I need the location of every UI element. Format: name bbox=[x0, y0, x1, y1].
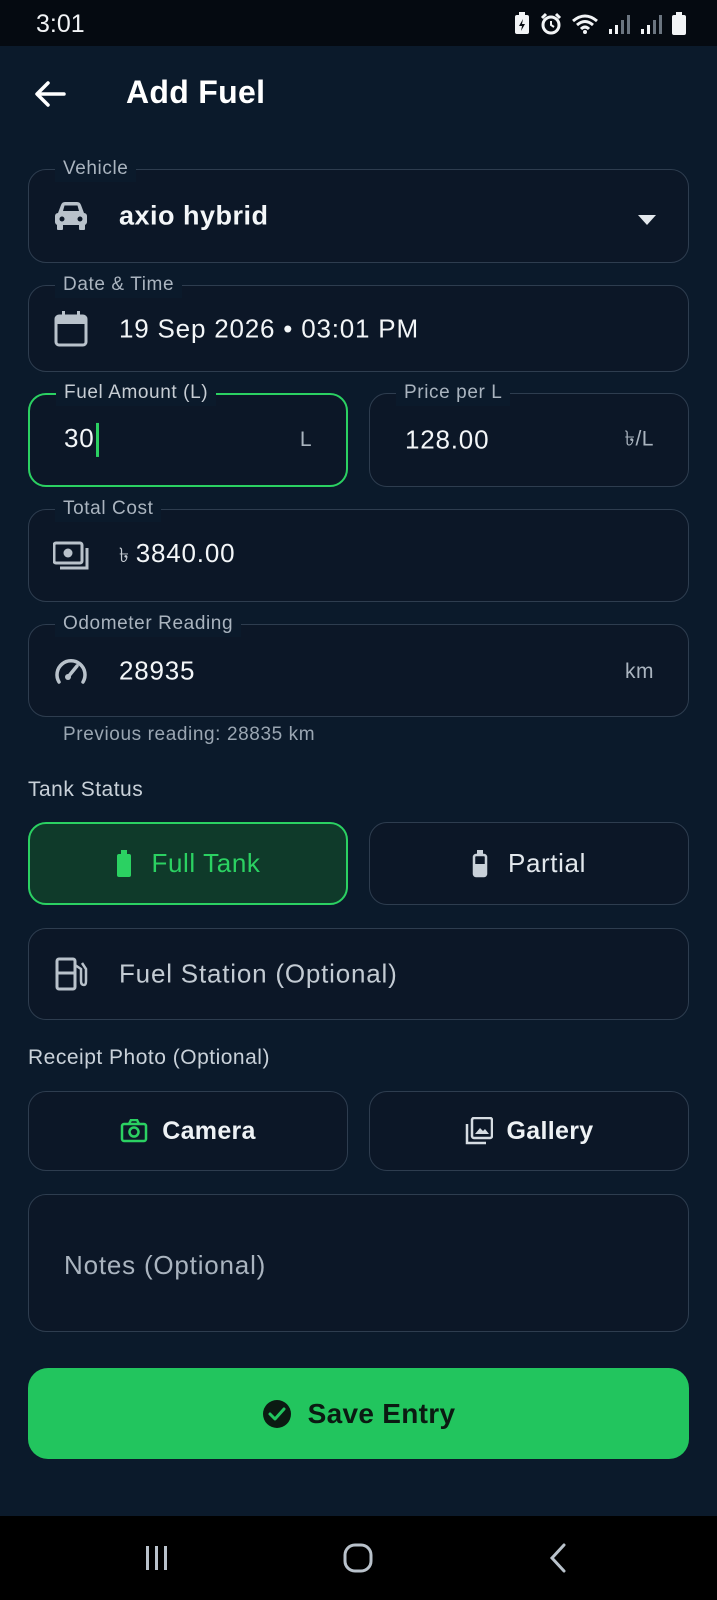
camera-button[interactable]: Camera bbox=[28, 1091, 348, 1171]
calendar-icon bbox=[53, 310, 89, 347]
battery-saver-icon bbox=[515, 12, 529, 34]
partial-tank-option[interactable]: Partial bbox=[369, 822, 689, 905]
battery-icon bbox=[672, 12, 686, 35]
save-entry-button[interactable]: Save Entry bbox=[28, 1368, 689, 1459]
save-entry-label: Save Entry bbox=[307, 1397, 456, 1429]
fuel-amount-unit: L bbox=[299, 428, 312, 451]
total-cost-label: Total Cost bbox=[55, 496, 162, 522]
gallery-label: Gallery bbox=[506, 1116, 594, 1145]
recents-icon bbox=[146, 1546, 167, 1570]
partial-label: Partial bbox=[508, 848, 586, 878]
camera-label: Camera bbox=[162, 1116, 256, 1145]
price-per-l-value: 128.00 bbox=[405, 424, 490, 455]
chevron-down-icon bbox=[638, 212, 656, 230]
full-tank-option[interactable]: Full Tank bbox=[28, 822, 348, 905]
back-button[interactable] bbox=[28, 72, 72, 116]
date-time-label: Date & Time bbox=[55, 272, 183, 298]
signal-icon bbox=[641, 15, 662, 34]
app-bar: Add Fuel bbox=[0, 46, 717, 142]
odometer-value: 28935 bbox=[119, 655, 196, 685]
page-title: Add Fuel bbox=[126, 74, 266, 110]
vehicle-label: Vehicle bbox=[55, 156, 137, 182]
system-nav-bar bbox=[0, 1516, 717, 1600]
arrow-left-icon bbox=[35, 81, 66, 107]
notes-textarea[interactable]: Notes (Optional) bbox=[28, 1194, 689, 1332]
total-cost-value: ৳ 3840.00 bbox=[119, 537, 236, 568]
currency-symbol: ৳ bbox=[119, 544, 130, 567]
vehicle-value: axio hybrid bbox=[119, 200, 269, 231]
money-icon bbox=[53, 538, 89, 574]
vehicle-select[interactable]: Vehicle axio hybrid bbox=[28, 156, 689, 263]
gas-station-icon bbox=[53, 956, 89, 992]
speedometer-icon bbox=[53, 653, 89, 689]
car-icon bbox=[53, 198, 89, 234]
recents-button[interactable] bbox=[127, 1536, 187, 1580]
price-per-l-label: Price per L bbox=[396, 380, 511, 406]
price-per-l-input[interactable]: Price per L 128.00 ৳/L bbox=[369, 380, 689, 487]
odometer-input[interactable]: Odometer Reading 28935 km bbox=[28, 611, 689, 717]
price-per-l-unit: ৳/L bbox=[624, 427, 654, 451]
odometer-label: Odometer Reading bbox=[55, 611, 242, 637]
date-time-value: 19 Sep 2026 • 03:01 PM bbox=[119, 313, 419, 343]
fuel-amount-value: 30 bbox=[64, 423, 99, 458]
gallery-button[interactable]: Gallery bbox=[369, 1091, 689, 1171]
battery-partial-icon bbox=[472, 849, 488, 877]
camera-icon bbox=[120, 1119, 148, 1143]
date-time-field[interactable]: Date & Time 19 Sep 2026 • 03:01 PM bbox=[28, 272, 689, 372]
status-time: 3:01 bbox=[36, 10, 85, 38]
receipt-photo-label: Receipt Photo (Optional) bbox=[28, 1046, 270, 1069]
fuel-amount-label: Fuel Amount (L) bbox=[56, 380, 217, 406]
wifi-icon bbox=[572, 14, 598, 34]
previous-reading-hint: Previous reading: 28835 km bbox=[63, 724, 316, 745]
home-icon bbox=[343, 1543, 373, 1573]
gallery-icon bbox=[465, 1117, 493, 1145]
fuel-amount-input[interactable]: Fuel Amount (L) 30 L bbox=[28, 380, 348, 487]
status-bar: 3:01 bbox=[0, 0, 717, 46]
full-tank-label: Full Tank bbox=[151, 848, 261, 878]
text-caret bbox=[95, 423, 99, 458]
check-circle-icon bbox=[262, 1399, 291, 1428]
fuel-station-placeholder: Fuel Station (Optional) bbox=[119, 958, 398, 989]
alarm-icon bbox=[540, 12, 562, 35]
chevron-left-icon bbox=[549, 1543, 566, 1573]
signal-icon bbox=[609, 15, 630, 34]
odometer-unit: km bbox=[625, 660, 654, 684]
tank-status-label: Tank Status bbox=[28, 778, 144, 801]
total-cost-field: Total Cost ৳ 3840.00 bbox=[28, 496, 689, 602]
home-button[interactable] bbox=[328, 1536, 388, 1580]
battery-full-icon bbox=[116, 849, 131, 877]
back-nav-button[interactable] bbox=[528, 1536, 588, 1580]
fuel-station-input[interactable]: Fuel Station (Optional) bbox=[28, 928, 689, 1020]
notes-placeholder: Notes (Optional) bbox=[64, 1250, 267, 1280]
status-icons bbox=[513, 12, 687, 36]
